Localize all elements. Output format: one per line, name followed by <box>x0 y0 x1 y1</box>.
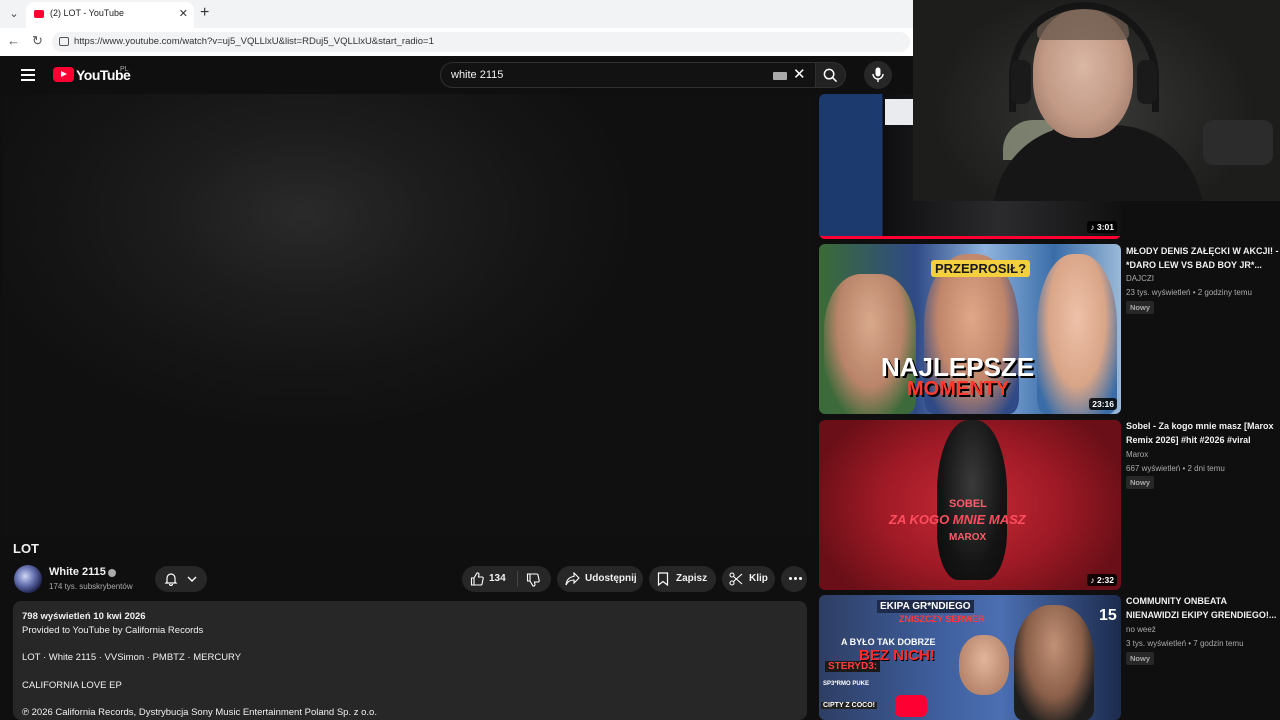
voice-search-button[interactable] <box>864 61 892 89</box>
video-meta: 3 tys. wyświetleń • 7 godzin temu <box>1126 639 1244 648</box>
description-box[interactable]: 798 wyświetleń 10 kwi 2026 Provided to Y… <box>13 601 807 720</box>
tab-search-chevron-icon[interactable]: ⌄ <box>6 6 22 22</box>
watch-progress-bar <box>819 236 1121 239</box>
microphone-icon <box>872 67 884 82</box>
thumbnail-text: 15 <box>1099 607 1117 624</box>
new-badge: Nowy <box>1126 652 1155 665</box>
like-divider <box>517 571 518 587</box>
share-label: Udostępnij <box>585 573 637 584</box>
description-line: LOT · White 2115 · VVSimon · PMBTZ · MER… <box>22 652 242 663</box>
youtube-header: YouTube PL white 2115 ✕ <box>3 56 913 94</box>
video-thumbnail[interactable]: SOBEL ZA KOGO MNIE MASZ MAROX ♪ 2:32 <box>819 420 1121 590</box>
tab-strip: ⌄ (2) LOT - YouTube ✕ + <box>0 0 913 28</box>
video-title[interactable]: Sobel - Za kogo mnie masz [Marox Remix 2… <box>1126 419 1280 447</box>
channel-name[interactable]: Marox <box>1126 450 1148 459</box>
thumbnail-text: ZA KOGO MNIE MASZ <box>889 512 1026 527</box>
url-text: https://www.youtube.com/watch?v=uj5_VQLL… <box>74 36 434 47</box>
search-icon <box>823 68 838 83</box>
video-meta: 23 tys. wyświetleń • 2 godziny temu <box>1126 288 1252 297</box>
thumbnail-text: MOMENTY <box>907 378 1010 400</box>
thumbnail-text: STERYD3: <box>825 661 881 672</box>
video-thumbnail[interactable]: EKIPA GR*NDIEGO ZNISZCZY SERWER A BYŁO T… <box>819 595 1121 720</box>
channel-name[interactable]: DAJCZI <box>1126 274 1154 283</box>
like-icon[interactable] <box>470 572 484 586</box>
browser-chrome: ⌄ (2) LOT - YouTube ✕ + ← ↻ https://www.… <box>0 0 913 56</box>
save-label: Zapisz <box>676 573 708 584</box>
thumbnail-person <box>1037 254 1117 414</box>
thumbnail-person <box>824 274 916 414</box>
country-code: PL <box>120 66 129 73</box>
keyboard-icon[interactable] <box>773 72 787 80</box>
new-badge: Nowy <box>1126 476 1155 489</box>
like-count[interactable]: 134 <box>489 573 506 584</box>
webcam-microphone <box>1203 120 1273 165</box>
notification-settings-button[interactable] <box>155 566 207 592</box>
search-button[interactable] <box>816 62 846 88</box>
browser-tab[interactable]: (2) LOT - YouTube ✕ <box>26 2 194 28</box>
video-title: LOT <box>13 541 39 556</box>
bell-icon <box>164 573 178 586</box>
dislike-icon[interactable] <box>526 573 540 587</box>
screen: ⌄ (2) LOT - YouTube ✕ + ← ↻ https://www.… <box>0 0 1280 720</box>
site-info-icon[interactable] <box>59 37 69 46</box>
view-stats: 798 wyświetleń 10 kwi 2026 <box>22 611 146 622</box>
clip-button[interactable]: Klip <box>722 566 775 592</box>
channel-avatar[interactable] <box>14 565 42 593</box>
address-bar[interactable]: https://www.youtube.com/watch?v=uj5_VQLL… <box>52 32 910 52</box>
navigation-bar: ← ↻ https://www.youtube.com/watch?v=uj5_… <box>0 28 913 56</box>
thumbnail-text: SOBEL <box>949 498 987 510</box>
more-icon <box>789 577 802 580</box>
thumbnail-play-icon <box>895 695 927 717</box>
new-tab-button[interactable]: + <box>200 4 209 22</box>
chevron-down-icon <box>187 576 197 582</box>
save-button[interactable]: Zapisz <box>649 566 716 592</box>
video-thumbnail[interactable]: PRZEPROSIŁ? NAJLEPSZE MOMENTY 23:16 <box>819 244 1121 414</box>
share-button[interactable]: Udostępnij <box>557 566 643 592</box>
youtube-play-icon <box>53 67 74 82</box>
subscriber-count: 174 tys. subskrybentów <box>49 582 133 591</box>
verified-icon <box>108 569 116 577</box>
scissors-icon <box>729 572 743 586</box>
clip-label: Klip <box>749 573 768 584</box>
video-player[interactable] <box>3 94 814 536</box>
thumbnail-text: EKIPA GR*NDIEGO <box>877 600 974 613</box>
thumbnail-person <box>1014 605 1094 720</box>
share-icon <box>565 572 580 586</box>
thumbnail-detail <box>885 99 915 125</box>
thumbnail-person <box>959 635 1009 695</box>
duration-badge: ♪ 2:32 <box>1087 574 1117 586</box>
headphone-earcup <box>1137 60 1157 104</box>
tab-close-icon[interactable]: ✕ <box>179 7 188 20</box>
webcam-overlay <box>913 0 1280 201</box>
hamburger-menu-icon[interactable] <box>21 69 35 81</box>
video-title[interactable]: COMMUNITY ONBEATA NIENAWIDZI EKIPY GREND… <box>1126 594 1280 622</box>
channel-name[interactable]: no weeź <box>1126 625 1156 634</box>
search-value: white 2115 <box>451 69 504 81</box>
thumbnail-text: A BYŁO TAK DOBRZE <box>841 637 936 647</box>
bookmark-icon <box>657 572 669 586</box>
duration-badge: ♪ 3:01 <box>1087 221 1117 233</box>
more-actions-button[interactable] <box>781 566 807 592</box>
description-line: CALIFORNIA LOVE EP <box>22 680 122 691</box>
description-line: ℗ 2026 California Records, Dystrybucja S… <box>22 707 377 718</box>
youtube-favicon-icon <box>34 10 44 18</box>
search-input[interactable]: white 2115 ✕ <box>440 62 816 88</box>
headphone-earcup <box>1011 60 1031 104</box>
tab-title: (2) LOT - YouTube <box>50 8 125 18</box>
reload-icon[interactable]: ↻ <box>32 33 43 49</box>
video-title[interactable]: MŁODY DENIS ZAŁĘCKI W AKCJI! - *DARO LEW… <box>1126 244 1280 272</box>
new-badge: Nowy <box>1126 301 1155 314</box>
channel-name[interactable]: White 2115 <box>49 566 106 578</box>
thumbnail-text: PRZEPROSIŁ? <box>931 260 1031 277</box>
thumbnail-text: CIPTY Z COCO! <box>821 702 877 709</box>
like-dislike-group: 134 <box>462 566 551 592</box>
clear-search-icon[interactable]: ✕ <box>793 66 806 84</box>
thumbnail-text: MAROX <box>949 532 987 543</box>
thumbnail-text: ZNISZCZY SERWER <box>899 614 985 624</box>
video-meta: 667 wyświetleń • 2 dni temu <box>1126 464 1225 473</box>
back-arrow-icon[interactable]: ← <box>7 33 20 49</box>
thumbnail-text: SP3*RMO PUKE <box>823 681 870 687</box>
duration-badge: 23:16 <box>1089 398 1117 410</box>
description-line: Provided to YouTube by California Record… <box>22 625 204 636</box>
